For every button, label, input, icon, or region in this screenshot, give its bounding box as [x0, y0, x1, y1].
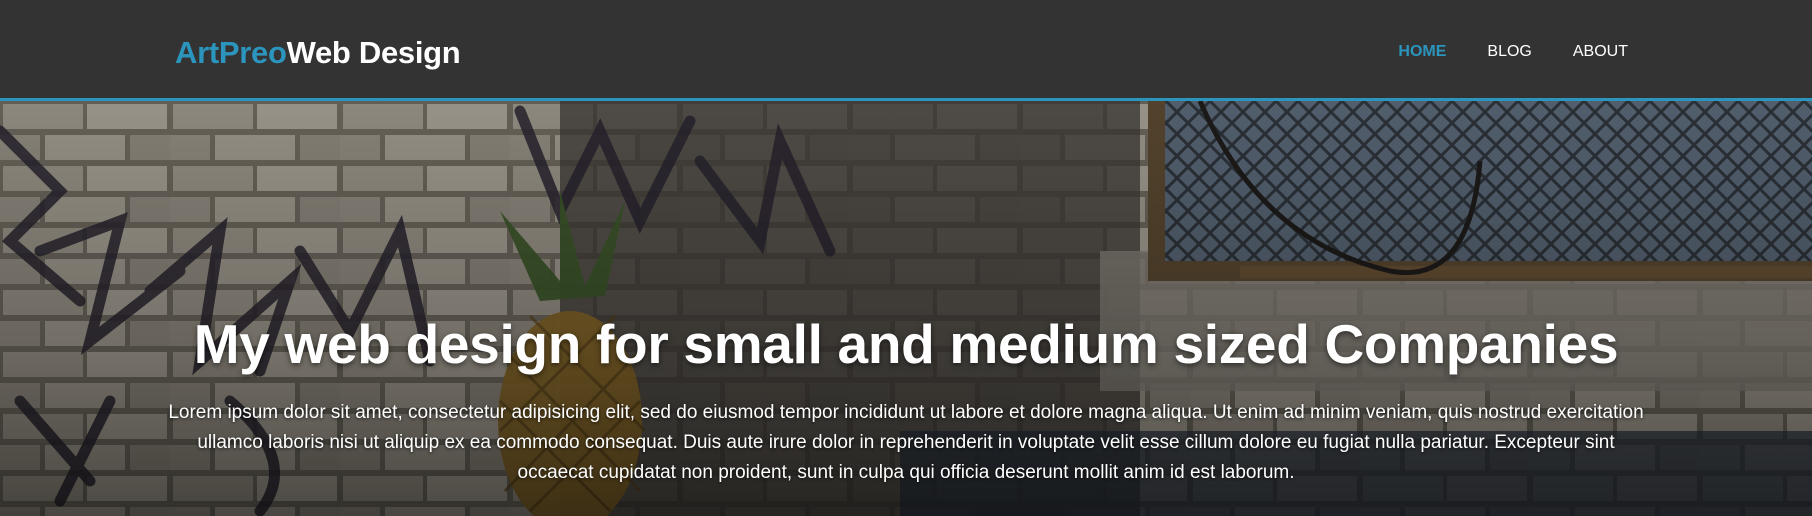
main-nav: HOME BLOG ABOUT: [1398, 42, 1628, 62]
nav-blog-link[interactable]: BLOG: [1487, 42, 1531, 62]
hero-description: Lorem ipsum dolor sit amet, consectetur …: [168, 402, 1644, 483]
site-logo[interactable]: ArtPreoWeb Design: [175, 35, 461, 71]
hero-section: My web design for small and medium sized…: [0, 101, 1812, 516]
hero-content: My web design for small and medium sized…: [0, 313, 1812, 488]
logo-rest-text: Web Design: [286, 35, 461, 70]
nav-about-link[interactable]: ABOUT: [1573, 42, 1628, 62]
hero-title: My web design for small and medium sized…: [193, 313, 1619, 375]
page: ArtPreoWeb Design HOME BLOG ABOUT My web…: [0, 0, 1812, 516]
nav-home-link[interactable]: HOME: [1398, 42, 1446, 62]
logo-accent-text: ArtPreo: [175, 35, 287, 70]
site-header: ArtPreoWeb Design HOME BLOG ABOUT: [0, 0, 1812, 101]
